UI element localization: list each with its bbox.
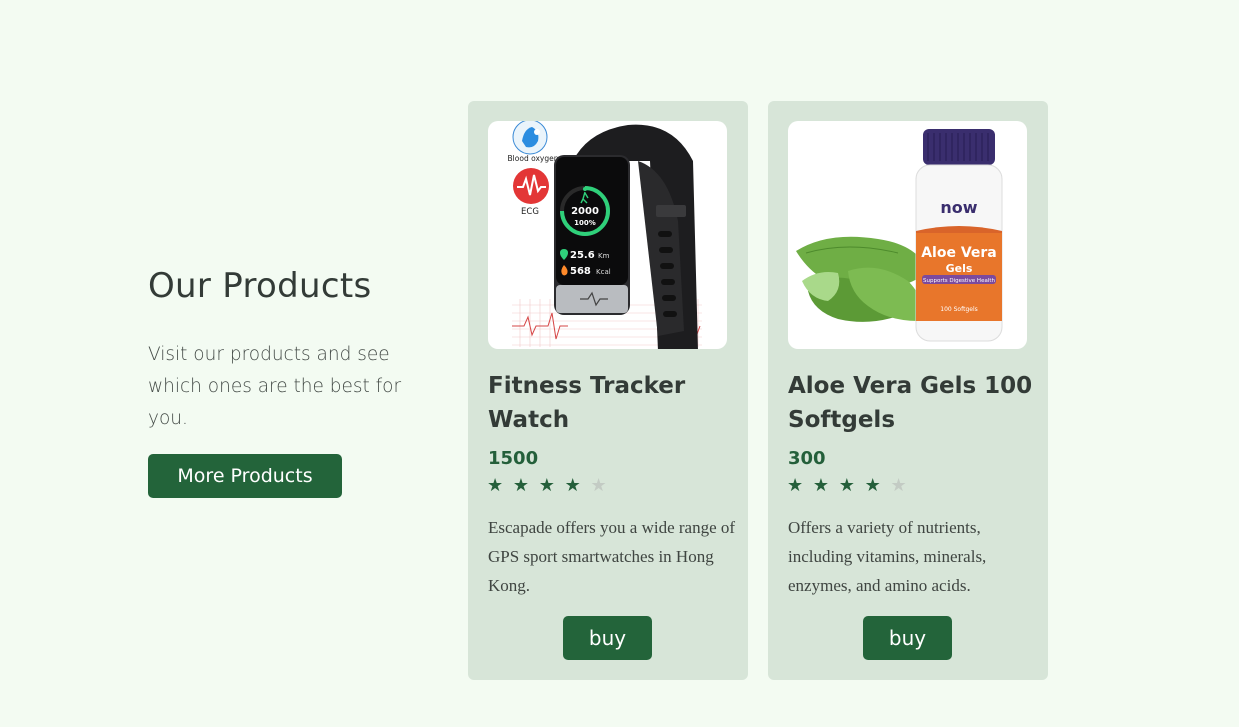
product-description: Offers a variety of nutrients, including…: [788, 518, 987, 595]
percent-readout: 100%: [574, 219, 596, 227]
brand-logo: now: [940, 198, 977, 217]
label-line2: Gels: [946, 262, 973, 275]
distance-unit: Km: [598, 252, 610, 260]
product-image-fitness-tracker: Blood oxygen ECG 2000 100% 25.6 Km 568 K…: [488, 121, 727, 349]
star-icon: ★: [564, 475, 583, 496]
product-description: Escapade offers you a wide range of GPS …: [488, 518, 736, 595]
star-icon: ★: [538, 475, 557, 496]
buy-button[interactable]: buy: [563, 616, 652, 660]
product-title: Aloe Vera Gels 100 Softgels: [788, 373, 1033, 433]
star-icon: ★: [487, 475, 506, 496]
product-price: 1500: [488, 448, 539, 469]
more-products-button[interactable]: More Products: [148, 454, 342, 498]
star-icon: ★: [787, 475, 806, 496]
label-count: 100 Softgels: [940, 306, 978, 313]
fitness-tracker-image: Blood oxygen ECG 2000 100% 25.6 Km 568 K…: [508, 121, 702, 349]
product-card: Blood oxygen ECG 2000 100% 25.6 Km 568 K…: [468, 101, 748, 680]
aloe-leaves: [796, 236, 928, 322]
section-title: Our Products: [148, 266, 372, 306]
ecg-badge: ECG: [513, 168, 549, 217]
blood-oxygen-label: Blood oxygen: [508, 154, 559, 163]
star-empty-icon: ★: [590, 475, 609, 496]
distance-readout: 25.6: [570, 250, 595, 261]
ecg-label: ECG: [521, 207, 539, 217]
product-price: 300: [788, 448, 826, 469]
product-rating: ★ ★ ★ ★ ★: [487, 475, 609, 497]
products-intro: Our Products Visit our products and see …: [148, 266, 423, 435]
star-icon: ★: [812, 475, 832, 496]
buy-button[interactable]: buy: [863, 616, 952, 660]
star-icon: ★: [838, 475, 857, 496]
calories-readout: 568: [570, 266, 591, 277]
calories-unit: Kcal: [596, 268, 611, 276]
section-description: Visit our products and see which ones ar…: [148, 344, 402, 429]
label-line1: Aloe Vera: [921, 245, 997, 261]
star-empty-icon: ★: [890, 475, 909, 496]
blood-oxygen-badge: Blood oxygen: [508, 121, 559, 163]
product-image-aloe-vera: now Aloe Vera Gels Supports Digestive He…: [788, 121, 1027, 349]
star-icon: ★: [512, 475, 532, 496]
star-icon: ★: [864, 475, 883, 496]
aloe-vera-image: now Aloe Vera Gels Supports Digestive He…: [796, 129, 1003, 342]
product-card: now Aloe Vera Gels Supports Digestive He…: [768, 101, 1048, 680]
steps-readout: 2000: [571, 206, 599, 217]
product-title: Fitness Tracker Watch: [488, 373, 686, 433]
label-tag: Supports Digestive Health: [923, 278, 996, 284]
product-rating: ★ ★ ★ ★ ★: [787, 475, 909, 497]
